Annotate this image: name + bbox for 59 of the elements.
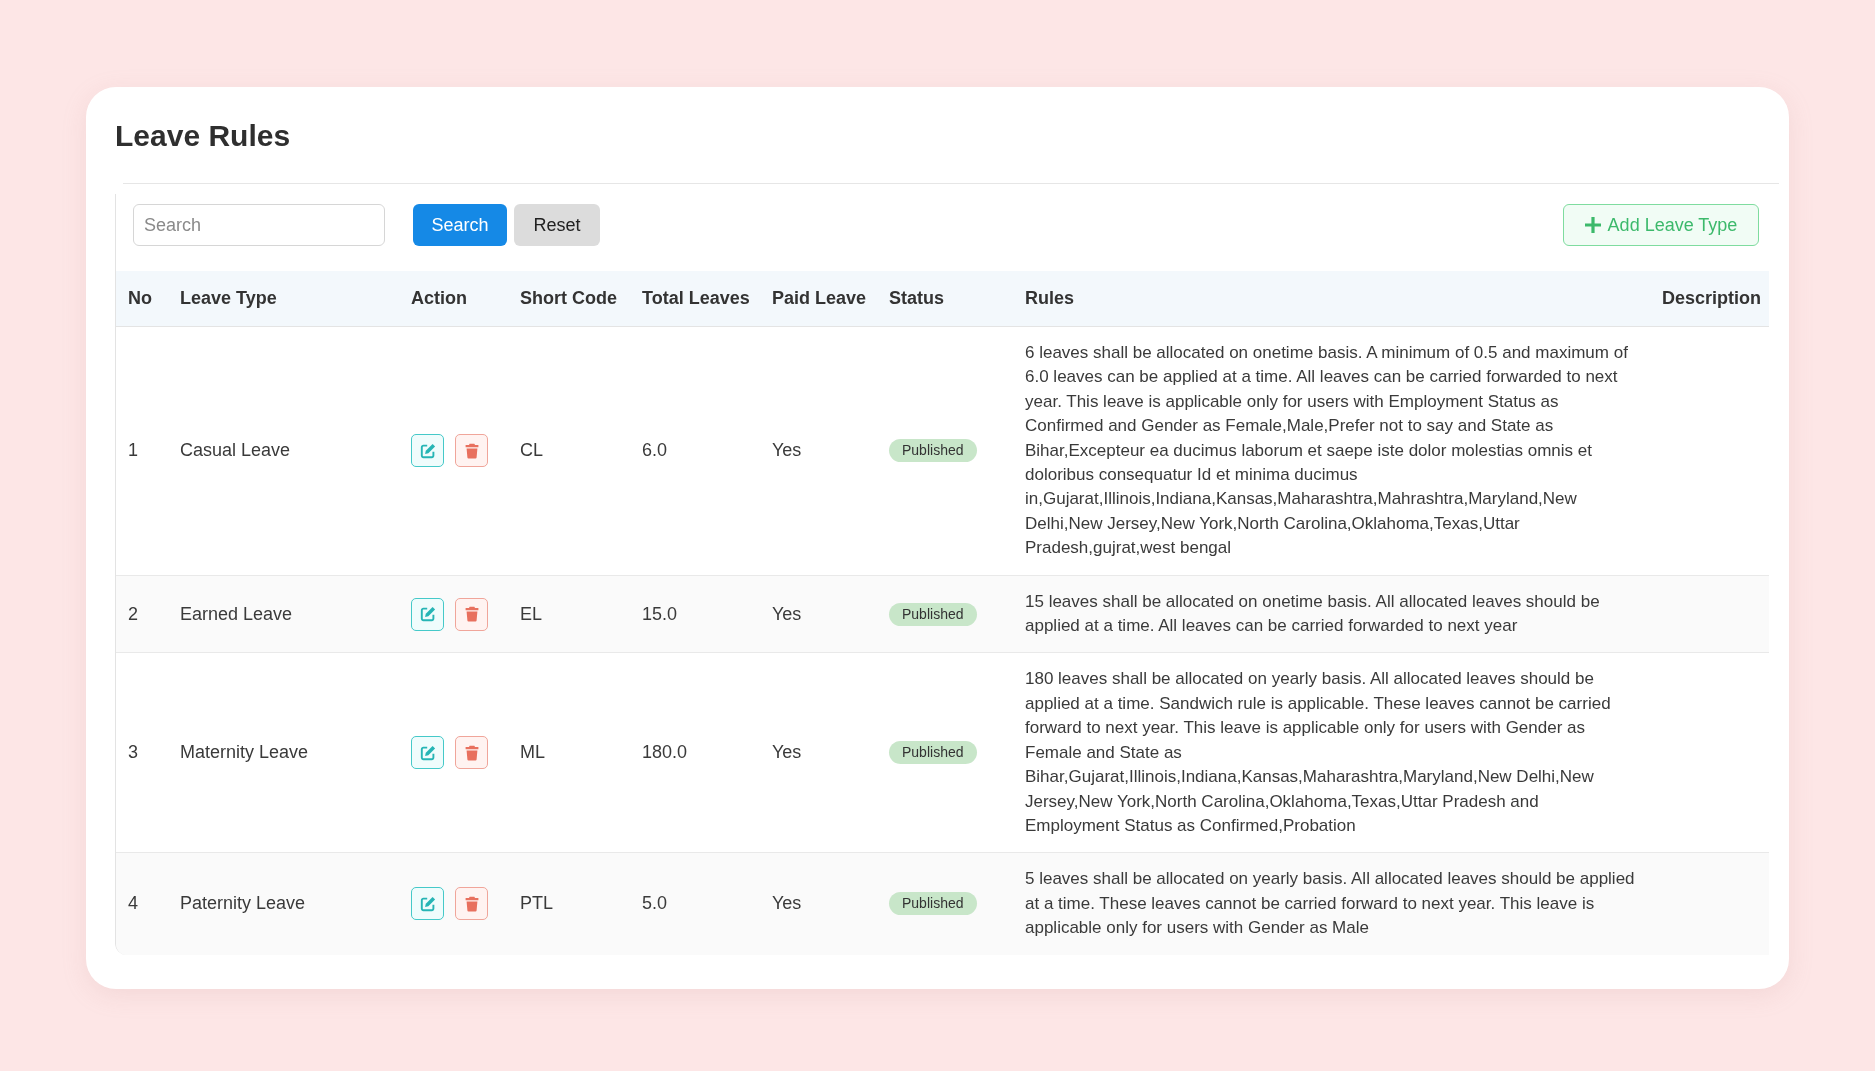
- edit-button[interactable]: [411, 887, 444, 921]
- row-number: 2: [128, 603, 138, 624]
- trash-icon: [463, 895, 480, 912]
- column-header: Status: [889, 288, 944, 308]
- trash-icon: [463, 442, 480, 459]
- paid-leave-value: Yes: [772, 440, 802, 461]
- column-header: Rules: [1025, 288, 1075, 308]
- column-header: Paid Leave: [772, 288, 867, 308]
- paid-leave-value: Yes: [772, 893, 802, 914]
- total-leaves: 5.0: [642, 893, 668, 914]
- trash-icon: [463, 606, 480, 623]
- column-header: Action: [411, 288, 467, 308]
- search-button[interactable]: Search: [413, 204, 507, 246]
- status-badge: Published: [889, 892, 977, 916]
- edit-button[interactable]: [411, 736, 444, 770]
- plus-icon: [1584, 217, 1601, 233]
- status-badge: Published: [889, 741, 977, 765]
- edit-icon: [419, 442, 436, 459]
- page-title: Leave Rules: [115, 118, 292, 154]
- short-code: CL: [520, 440, 543, 461]
- column-header: No: [128, 288, 152, 308]
- search-field[interactable]: Search: [133, 204, 385, 246]
- rules-text: 6 leaves shall be allocated on onetime basis. A minimum of 0.5 and maximum of 6.0 leaves can be applied at a time. All leaves can be carried forwarded to next year. This leave is applicable only for users with Employment Status as Confirmed and Gender as Female,Male,Prefer not to say and State as Bihar,Excepteur ea ducimus laborum et saepe iste dolor molestias omnis et doloribus consequatur Id et minima ducimus in,Gujarat,Illinois,Indiana,Kansas,Maharashtra,Mahrashtra,Maryland,New Delhi,New Jersey,New York,North Carolina,Oklahoma,Texas,Uttar Pradesh,gujrat,west bengal: [1025, 343, 1628, 558]
- leave-type-name: Maternity Leave: [180, 742, 309, 763]
- status-badge: Published: [889, 439, 977, 463]
- edit-button[interactable]: [411, 434, 444, 468]
- row-number: 3: [128, 742, 138, 763]
- paid-leave-value: Yes: [772, 603, 802, 624]
- column-header: Short Code: [520, 288, 617, 308]
- short-code: EL: [520, 603, 543, 624]
- rules-text: 180 leaves shall be allocated on yearly basis. All allocated leaves should be applied at a time. Sandwich rule is applicable. These leaves cannot be carried forward to next year. This leave is applicable only for users with Gender as Female and State as Bihar,Gujarat,Illinois,Indiana,Kansas,Maharashtra,Maryland,New Delhi,New Jersey,New York,North Carolina,Oklahoma,Texas,Uttar Pradesh and Employment Status as Confirmed,Probation: [1025, 669, 1611, 835]
- delete-button[interactable]: [455, 434, 488, 468]
- trash-icon: [463, 744, 480, 761]
- leave-type-name: Paternity Leave: [180, 893, 306, 914]
- delete-button[interactable]: [455, 736, 488, 770]
- delete-button[interactable]: [455, 597, 488, 631]
- leave-type-name: Casual Leave: [180, 440, 291, 461]
- rules-text: 5 leaves shall be allocated on yearly basis. All allocated leaves should be applied at a time. These leaves cannot be carried forward to next year. This leave is applicable only for users with Gender as Male: [1025, 869, 1635, 938]
- delete-button[interactable]: [455, 887, 488, 921]
- edit-icon: [419, 744, 436, 761]
- row-number: 4: [128, 893, 138, 914]
- add-leave-type-button[interactable]: Add Leave Type: [1563, 204, 1759, 246]
- reset-button[interactable]: Reset: [514, 204, 600, 246]
- column-header: Description: [1662, 288, 1762, 308]
- total-leaves: 15.0: [642, 603, 678, 624]
- leave-type-name: Earned Leave: [180, 603, 293, 624]
- edit-icon: [419, 606, 436, 623]
- short-code: ML: [520, 742, 545, 763]
- total-leaves: 6.0: [642, 440, 668, 461]
- column-header: Leave Type: [180, 288, 277, 308]
- status-badge: Published: [889, 602, 977, 626]
- edit-icon: [419, 895, 436, 912]
- edit-button[interactable]: [411, 597, 444, 631]
- column-header: Total Leaves: [642, 288, 750, 308]
- short-code: PTL: [520, 893, 553, 914]
- row-number: 1: [128, 440, 138, 461]
- total-leaves: 180.0: [642, 742, 688, 763]
- rules-text: 15 leaves shall be allocated on onetime basis. All allocated leaves should be applied at a time. All leaves can be carried forwarded to next year: [1025, 591, 1600, 636]
- paid-leave-value: Yes: [772, 742, 802, 763]
